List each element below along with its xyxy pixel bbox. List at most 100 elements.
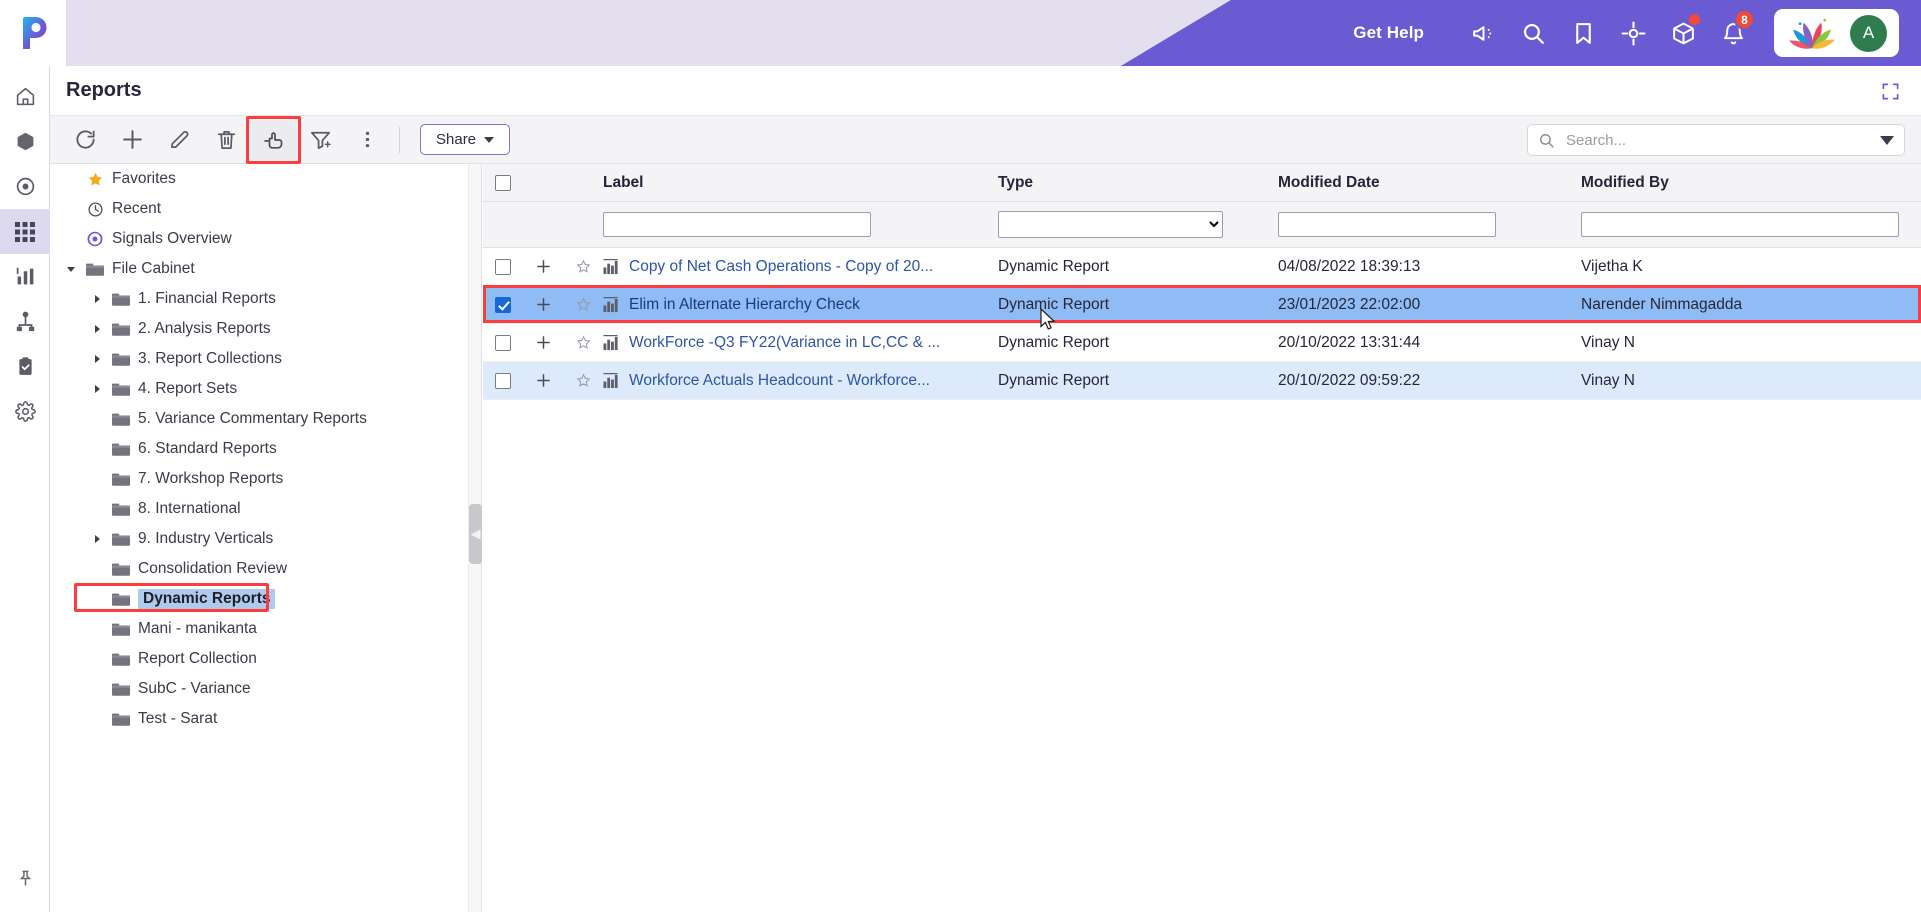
tree-item-3-report-collections[interactable]: 3. Report Collections — [50, 344, 482, 374]
filter-label-input[interactable] — [603, 212, 871, 237]
expand-row-plus-icon[interactable] — [536, 336, 550, 349]
tree-item-recent[interactable]: Recent — [50, 194, 482, 224]
row-checkbox-cell[interactable] — [483, 296, 523, 313]
table-row[interactable]: WorkForce -Q3 FY22(Variance in LC,CC & .… — [483, 324, 1921, 362]
tree-item-8-international[interactable]: 8. International — [50, 494, 482, 524]
edit-button[interactable] — [156, 120, 203, 160]
tree-item-signals-overview[interactable]: Signals Overview — [50, 224, 482, 254]
row-expand-cell[interactable] — [523, 374, 563, 387]
add-button[interactable] — [109, 120, 156, 160]
row-checkbox[interactable] — [495, 334, 511, 351]
clipboard-check-icon[interactable] — [0, 344, 50, 389]
move-button[interactable] — [246, 115, 301, 164]
tree-item-file-cabinet[interactable]: File Cabinet — [50, 254, 482, 284]
search-icon[interactable] — [1508, 0, 1558, 66]
report-label-link[interactable]: Copy of Net Cash Operations - Copy of 20… — [629, 258, 933, 276]
row-checkbox-cell[interactable] — [483, 334, 523, 351]
tree-item-9-industry-verticals[interactable]: 9. Industry Verticals — [50, 524, 482, 554]
favorite-star-icon[interactable] — [576, 373, 591, 388]
chevron-right-icon[interactable] — [92, 354, 102, 364]
tree-item-test-sarat[interactable]: Test - Sarat — [50, 704, 482, 734]
row-expand-cell[interactable] — [523, 260, 563, 273]
table-row[interactable]: Copy of Net Cash Operations - Copy of 20… — [483, 248, 1921, 286]
share-button[interactable]: Share — [420, 124, 511, 155]
search-box[interactable] — [1527, 124, 1905, 156]
target-circle-icon[interactable] — [0, 164, 50, 209]
gear-icon[interactable] — [0, 389, 50, 434]
favorite-star-icon[interactable] — [576, 335, 591, 350]
report-label-link[interactable]: Workforce Actuals Headcount - Workforce.… — [629, 372, 930, 390]
panel-splitter[interactable]: ◀ — [468, 164, 482, 912]
column-header-modified-by[interactable]: Modified By — [1581, 174, 1921, 192]
row-favorite-cell[interactable] — [563, 373, 603, 388]
report-label-link[interactable]: WorkForce -Q3 FY22(Variance in LC,CC & .… — [629, 334, 940, 352]
row-checkbox-cell[interactable] — [483, 258, 523, 275]
user-avatar[interactable]: A — [1850, 14, 1887, 52]
delete-button[interactable] — [203, 120, 250, 160]
tree-item-2-analysis-reports[interactable]: 2. Analysis Reports — [50, 314, 482, 344]
tree-item-6-standard-reports[interactable]: 6. Standard Reports — [50, 434, 482, 464]
select-all-checkbox[interactable] — [495, 174, 511, 191]
bookmark-icon[interactable] — [1558, 0, 1608, 66]
filter-modified-date-input[interactable] — [1278, 212, 1496, 237]
tree-expand-toggle[interactable] — [86, 294, 108, 304]
chevron-down-icon[interactable] — [66, 264, 76, 274]
tree-item-consolidation-review[interactable]: Consolidation Review — [50, 554, 482, 584]
favorite-star-icon[interactable] — [576, 297, 591, 312]
package-icon[interactable] — [1658, 0, 1708, 66]
bar-chart-icon[interactable] — [0, 254, 50, 299]
report-label-link[interactable]: Elim in Alternate Hierarchy Check — [629, 296, 860, 314]
tree-item-report-collection[interactable]: Report Collection — [50, 644, 482, 674]
cube-icon[interactable] — [0, 119, 50, 164]
expand-row-plus-icon[interactable] — [536, 260, 550, 273]
filter-button[interactable] — [297, 120, 344, 160]
table-row[interactable]: Elim in Alternate Hierarchy Check Dynamic… — [483, 285, 1921, 324]
row-favorite-cell[interactable] — [563, 335, 603, 350]
expand-row-plus-icon[interactable] — [536, 298, 550, 311]
row-expand-cell[interactable] — [523, 298, 563, 311]
get-help-link[interactable]: Get Help — [1353, 23, 1424, 43]
notifications-bell-icon[interactable]: 8 — [1708, 0, 1758, 66]
row-favorite-cell[interactable] — [563, 259, 603, 274]
row-checkbox[interactable] — [495, 258, 511, 275]
filter-type-select[interactable] — [998, 211, 1223, 238]
splitter-collapse-handle[interactable]: ◀ — [469, 504, 482, 564]
tree-expand-toggle[interactable] — [86, 384, 108, 394]
search-input[interactable] — [1564, 130, 1871, 150]
tenant-brand-pill[interactable]: A — [1774, 9, 1899, 57]
pin-icon[interactable] — [0, 858, 50, 898]
chevron-right-icon[interactable] — [92, 384, 102, 394]
tree-item-mani-manikanta[interactable]: Mani - manikanta — [50, 614, 482, 644]
chevron-right-icon[interactable] — [92, 324, 102, 334]
row-expand-cell[interactable] — [523, 336, 563, 349]
tree-expand-toggle-open[interactable] — [60, 264, 82, 274]
refresh-button[interactable] — [62, 120, 109, 160]
tree-item-7-workshop-reports[interactable]: 7. Workshop Reports — [50, 464, 482, 494]
home-icon[interactable] — [0, 74, 50, 119]
grid-apps-icon[interactable] — [0, 209, 50, 254]
filter-modified-by-input[interactable] — [1581, 212, 1899, 237]
select-all-checkbox-cell[interactable] — [483, 174, 523, 191]
tree-item-4-report-sets[interactable]: 4. Report Sets — [50, 374, 482, 404]
column-header-type[interactable]: Type — [998, 174, 1278, 192]
column-header-label[interactable]: Label — [603, 174, 998, 192]
app-logo[interactable] — [0, 0, 66, 66]
hierarchy-icon[interactable] — [0, 299, 50, 344]
tree-item-1-financial-reports[interactable]: 1. Financial Reports — [50, 284, 482, 314]
row-checkbox-cell[interactable] — [483, 372, 523, 389]
tree-expand-toggle[interactable] — [86, 354, 108, 364]
tree-item-dynamic-reports[interactable]: Dynamic Reports — [50, 583, 482, 614]
tree-item-favorites[interactable]: Favorites — [50, 164, 482, 194]
target-icon[interactable] — [1608, 0, 1658, 66]
favorite-star-icon[interactable] — [576, 259, 591, 274]
column-header-modified-date[interactable]: Modified Date — [1278, 174, 1581, 192]
row-checkbox[interactable] — [495, 372, 511, 389]
row-checkbox[interactable] — [495, 296, 511, 313]
chevron-right-icon[interactable] — [92, 294, 102, 304]
row-favorite-cell[interactable] — [563, 297, 603, 312]
tree-item-subc-variance[interactable]: SubC - Variance — [50, 674, 482, 704]
search-dropdown-caret-icon[interactable] — [1880, 135, 1894, 145]
tree-expand-toggle[interactable] — [86, 534, 108, 544]
fullscreen-expand-icon[interactable] — [1873, 74, 1907, 108]
chevron-right-icon[interactable] — [92, 534, 102, 544]
